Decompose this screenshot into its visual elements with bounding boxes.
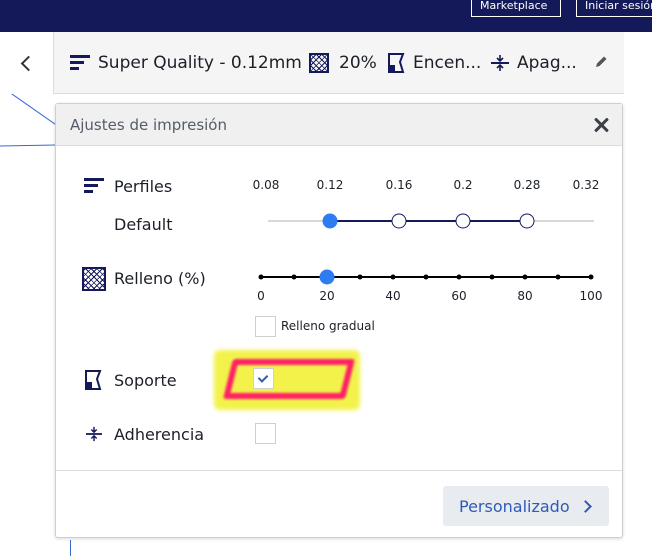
header-profile[interactable]: Super Quality - 0.12mm — [70, 32, 302, 94]
chevron-left-icon — [20, 55, 37, 71]
infill-tick-label: 100 — [579, 289, 603, 303]
header-adhesion-label: Apag... — [517, 53, 577, 73]
support-icon — [388, 53, 405, 73]
profile-tick-label: 0.12 — [316, 178, 344, 192]
profile-option-knob[interactable] — [455, 213, 471, 229]
infill-label: Relleno (%) — [114, 269, 206, 288]
top-bar: Marketplace Iniciar sesión — [0, 0, 652, 32]
check-icon — [257, 372, 269, 383]
infill-step-dot — [423, 274, 429, 280]
collapse-button[interactable] — [0, 32, 54, 94]
header-support-label: Encen... — [413, 53, 482, 73]
profile-option-knob[interactable] — [391, 213, 407, 229]
infill-tick-label: 0 — [257, 289, 265, 303]
profile-icon — [70, 54, 90, 72]
panel-title: Ajustes de impresión — [70, 116, 227, 134]
profile-selected-knob[interactable] — [322, 213, 338, 229]
profile-tick-label: 0.28 — [513, 178, 541, 192]
infill-tick-label: 60 — [451, 289, 467, 303]
header-profile-label: Super Quality - 0.12mm — [98, 53, 302, 73]
build-plate-line — [0, 144, 57, 147]
header-adhesion[interactable]: Apag... — [491, 32, 577, 94]
header-infill[interactable]: 20% — [309, 32, 377, 94]
pencil-icon[interactable] — [594, 55, 608, 69]
profile-option-knob[interactable] — [519, 213, 535, 229]
chevron-right-icon — [578, 499, 592, 513]
build-plate-line — [70, 540, 71, 556]
custom-mode-button[interactable]: Personalizado — [443, 486, 609, 526]
login-button[interactable]: Iniciar sesión — [576, 0, 652, 17]
adhesion-icon — [86, 426, 102, 442]
profile-tick-label: 0.16 — [385, 178, 413, 192]
close-icon[interactable] — [592, 116, 610, 134]
adhesion-label: Adherencia — [114, 425, 205, 444]
marketplace-button[interactable]: Marketplace — [471, 0, 561, 17]
profile-active-track — [330, 220, 527, 222]
infill-step-dot — [588, 274, 594, 280]
annotation-ring — [223, 359, 355, 399]
build-plate-line — [9, 92, 60, 128]
panel-title-bar: Ajustes de impresión — [56, 104, 622, 146]
infill-tick-label: 40 — [385, 289, 401, 303]
infill-step-dot — [489, 274, 495, 280]
infill-step-dot — [258, 274, 264, 280]
support-checkbox[interactable] — [253, 368, 274, 389]
infill-step-dot — [456, 274, 462, 280]
profiles-label: Perfiles — [114, 177, 173, 196]
profile-tick-label: 0.2 — [453, 178, 473, 192]
header-infill-label: 20% — [339, 53, 377, 73]
infill-tick-label: 20 — [319, 289, 335, 303]
gradual-infill-label: Relleno gradual — [281, 319, 375, 333]
gradual-infill-checkbox[interactable] — [255, 316, 276, 337]
infill-tick-label: 80 — [517, 289, 533, 303]
profile-tick-label: 0.32 — [572, 178, 600, 192]
infill-step-dot — [291, 274, 297, 280]
profile-icon — [84, 177, 104, 195]
infill-icon — [82, 267, 106, 291]
infill-knob[interactable] — [319, 269, 335, 285]
support-icon — [85, 370, 102, 390]
print-settings-panel: Ajustes de impresión Perfiles Default 0.… — [55, 103, 623, 538]
infill-step-dot — [390, 274, 396, 280]
infill-step-dot — [555, 274, 561, 280]
panel-footer-divider — [56, 470, 622, 471]
infill-step-dot — [522, 274, 528, 280]
print-settings-header[interactable]: Super Quality - 0.12mm 20% Encen... Apag… — [0, 32, 624, 94]
profile-default-label: Default — [114, 215, 173, 234]
adhesion-icon — [491, 55, 509, 71]
profile-tick-label: 0.08 — [252, 178, 280, 192]
support-label: Soporte — [114, 371, 177, 390]
header-support[interactable]: Encen... — [387, 32, 481, 94]
infill-step-dot — [357, 274, 363, 280]
infill-icon — [309, 53, 329, 73]
adhesion-checkbox[interactable] — [255, 423, 276, 444]
custom-mode-label: Personalizado — [459, 496, 570, 516]
